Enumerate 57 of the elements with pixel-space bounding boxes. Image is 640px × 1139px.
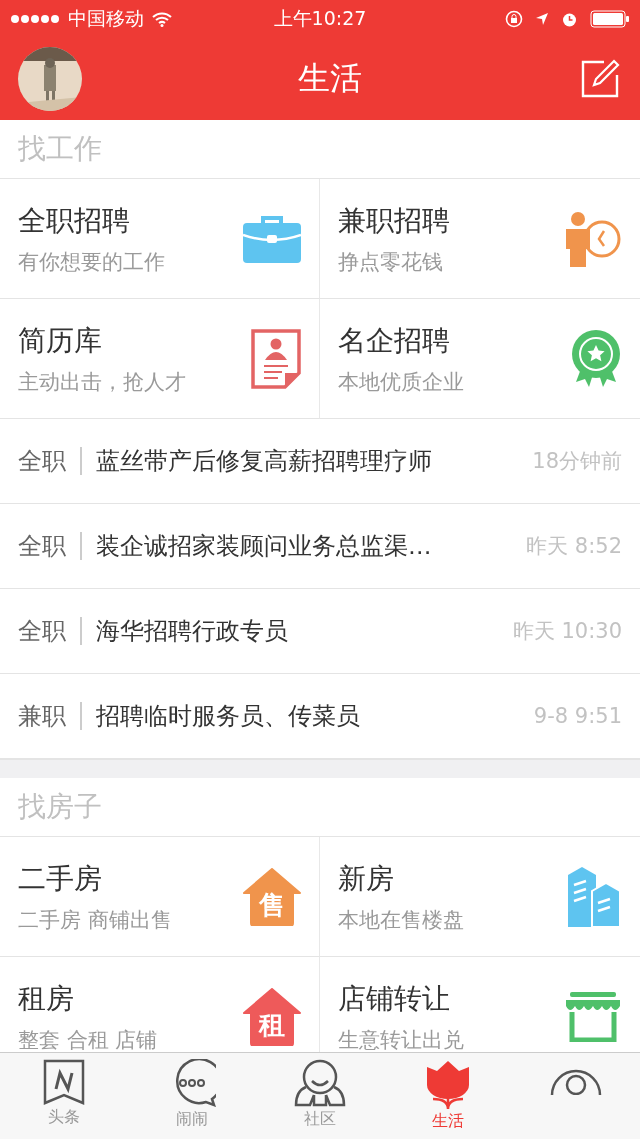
category-subtitle: 主动出击，抢人才 <box>18 368 186 396</box>
category-title: 名企招聘 <box>338 322 451 359</box>
compose-icon <box>580 59 620 99</box>
job-listing-row[interactable]: 全职 海华招聘行政专员 昨天 10:30 <box>0 589 640 674</box>
status-time: 上午10:27 <box>273 6 367 31</box>
category-subtitle: 有你想要的工作 <box>18 248 165 276</box>
carrier-name: 中国移动 <box>68 6 144 31</box>
job-listing-row[interactable]: 全职 装企诚招家装顾问业务总监渠… 昨天 8:52 <box>0 504 640 589</box>
category-subtitle: 挣点零花钱 <box>338 248 444 276</box>
shop-icon <box>564 991 622 1042</box>
category-tile[interactable]: 全职招聘 有你想要的工作 <box>0 179 320 299</box>
job-title: 海华招聘行政专员 <box>96 616 289 647</box>
category-title: 简历库 <box>18 322 103 359</box>
category-subtitle: 本地优质企业 <box>338 368 464 396</box>
wifi-icon <box>152 11 172 27</box>
job-type: 全职 <box>18 531 66 562</box>
house-icon: 租 <box>243 987 301 1046</box>
page-title: 生活 <box>298 58 362 99</box>
category-title: 店铺转让 <box>338 980 451 1017</box>
job-title: 装企诚招家装顾问业务总监渠… <box>96 531 433 562</box>
location-arrow-icon <box>535 12 549 26</box>
job-type: 全职 <box>18 446 66 477</box>
news-icon <box>41 1059 87 1105</box>
category-title: 二手房 <box>18 860 103 897</box>
category-title: 租房 <box>18 980 75 1017</box>
signal-icon <box>10 14 60 24</box>
job-type: 兼职 <box>18 701 66 732</box>
post-time: 昨天 8:52 <box>526 533 622 560</box>
post-time: 昨天 10:30 <box>512 618 622 645</box>
job-listing-row[interactable]: 全职 蓝丝带产后修复高薪招聘理疗师 18分钟前 <box>0 419 640 504</box>
category-tile[interactable]: 兼职招聘 挣点零花钱 <box>320 179 640 299</box>
post-time: 18分钟前 <box>532 448 622 475</box>
battery-icon <box>590 10 630 28</box>
award-badge-icon <box>570 329 622 388</box>
category-tile[interactable]: 二手房 二手房 商铺出售 售 <box>0 837 320 957</box>
briefcase-icon <box>243 214 301 263</box>
section-title: 找工作 <box>18 131 102 167</box>
job-listing-row[interactable]: 兼职 招聘临时服务员、传菜员 9-8 9:51 <box>0 674 640 759</box>
house-icon: 售 <box>243 867 301 926</box>
category-subtitle: 二手房 商铺出售 <box>18 906 172 934</box>
people-icon <box>294 1059 346 1107</box>
tab-bar-item[interactable]: 生活 <box>384 1053 512 1139</box>
category-subtitle: 生意转让出兑 <box>338 1026 464 1052</box>
category-subtitle: 整套 合租 店铺 <box>18 1026 158 1052</box>
category-title: 全职招聘 <box>18 202 131 239</box>
job-type: 全职 <box>18 616 66 647</box>
job-title: 蓝丝带产后修复高薪招聘理疗师 <box>96 446 433 477</box>
resume-icon <box>251 328 301 389</box>
category-tile[interactable]: 新房 本地在售楼盘 <box>320 837 640 957</box>
rotation-lock-icon <box>505 10 523 28</box>
post-time: 9-8 9:51 <box>533 704 622 728</box>
category-subtitle: 本地在售楼盘 <box>338 906 464 934</box>
category-title: 新房 <box>338 860 395 897</box>
job-title: 招聘临时服务员、传菜员 <box>96 701 361 732</box>
category-title: 兼职招聘 <box>338 202 450 239</box>
section-title: 找房子 <box>18 789 102 825</box>
category-tile[interactable]: 简历库 主动出击，抢人才 <box>0 299 320 419</box>
